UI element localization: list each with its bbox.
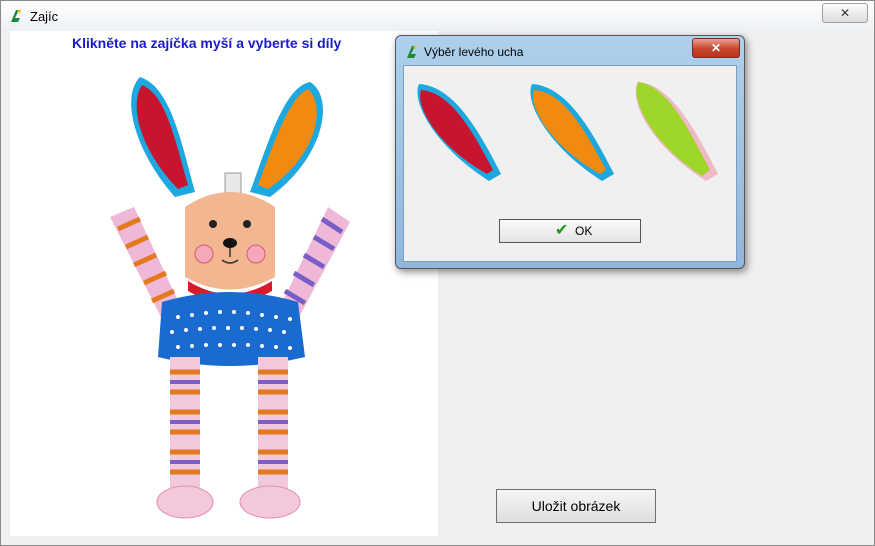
left-leg[interactable] bbox=[156, 357, 214, 519]
main-window: Zajíc ✕ Klikněte na zajíčka myší a vyber… bbox=[0, 0, 875, 546]
instruction-heading: Klikněte na zajíčka myší a vyberte si dí… bbox=[72, 35, 342, 51]
ok-button[interactable]: ✔ OK bbox=[499, 219, 641, 243]
dialog-title: Výběr levého ucha bbox=[424, 45, 524, 59]
ear-selection-dialog: Výběr levého ucha ✕ ✔ OK bbox=[395, 35, 745, 269]
bunny-app-icon bbox=[11, 9, 21, 22]
close-button[interactable]: ✕ bbox=[822, 3, 868, 23]
right-ear[interactable] bbox=[250, 82, 323, 197]
head[interactable] bbox=[185, 192, 275, 290]
ear-option-green[interactable] bbox=[626, 76, 726, 186]
ear-option-orange[interactable] bbox=[522, 76, 622, 186]
bunny-app-icon bbox=[407, 45, 417, 58]
title-bar: Zajíc ✕ bbox=[1, 1, 874, 29]
bunny-image[interactable] bbox=[100, 57, 360, 527]
dialog-close-button[interactable]: ✕ bbox=[692, 38, 740, 58]
window-title: Zajíc bbox=[30, 9, 59, 24]
save-image-button[interactable]: Uložit obrázek bbox=[496, 489, 656, 523]
left-ear[interactable] bbox=[131, 77, 195, 197]
checkmark-icon: ✔ bbox=[555, 222, 569, 239]
ear-option-red[interactable] bbox=[409, 76, 509, 186]
body[interactable] bbox=[158, 292, 305, 366]
right-leg[interactable] bbox=[239, 357, 301, 519]
bunny-canvas[interactable]: Klikněte na zajíčka myší a vyberte si dí… bbox=[10, 31, 438, 536]
dialog-body: ✔ OK bbox=[403, 65, 737, 262]
ok-label: OK bbox=[575, 224, 593, 238]
